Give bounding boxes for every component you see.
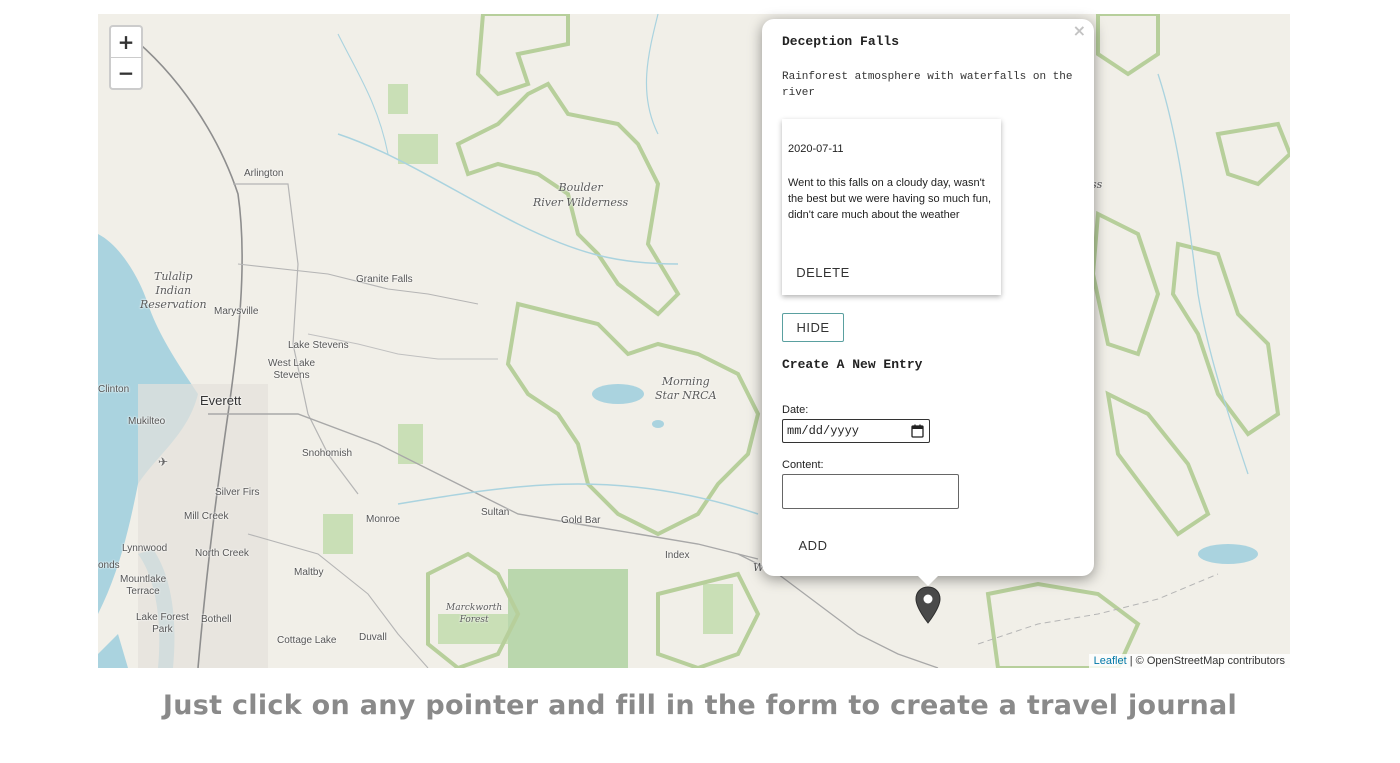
map-label-gold-bar: Gold Bar <box>561 515 601 526</box>
location-popup: × Deception Falls Rainforest atmosphere … <box>762 19 1094 576</box>
new-entry-heading: Create A New Entry <box>782 357 923 372</box>
entry-date: 2020-07-11 <box>788 143 844 155</box>
map-label-marysville: Marysville <box>214 306 259 317</box>
calendar-icon[interactable] <box>911 424 924 438</box>
map-label-sultan: Sultan <box>481 507 510 518</box>
page-caption: Just click on any pointer and fill in th… <box>162 690 1238 721</box>
map-label-tulalip: Tulalip Indian Reservation <box>140 270 207 311</box>
airport-icon: ✈ <box>158 455 169 469</box>
map-label-west-lake-stevens: West Lake Stevens <box>268 358 316 381</box>
date-label: Date: <box>782 404 809 416</box>
map-label-everett: Everett <box>200 393 242 408</box>
entry-content: Went to this falls on a cloudy day, wasn… <box>788 177 992 221</box>
map-label-mukilteo: Mukilteo <box>128 416 166 427</box>
map[interactable]: 5 Arlington Tulalip Indian Reservation M… <box>98 14 1290 668</box>
popup-tip <box>916 574 940 586</box>
content-textarea[interactable] <box>782 474 959 509</box>
map-label-onds: onds <box>98 560 120 571</box>
date-placeholder: mm/dd/yyyy <box>787 424 860 438</box>
map-label-mill-creek: Mill Creek <box>184 511 229 522</box>
map-label-silver-firs: Silver Firs <box>215 487 260 498</box>
map-label-clinton: Clinton <box>98 384 130 395</box>
attribution-separator: | © <box>1126 655 1147 667</box>
location-title: Deception Falls <box>782 34 900 49</box>
zoom-in-button[interactable]: + <box>111 27 141 57</box>
date-input[interactable]: mm/dd/yyyy <box>782 419 930 443</box>
map-label-marckworth: Marckworth Forest <box>446 603 503 625</box>
map-label-granite-falls: Granite Falls <box>356 274 413 285</box>
delete-entry-button[interactable]: DELETE <box>788 261 858 285</box>
map-label-lake-stevens: Lake Stevens <box>288 340 349 351</box>
map-marker-icon[interactable] <box>915 586 941 629</box>
map-label-bothell: Bothell <box>201 614 232 625</box>
zoom-control: + − <box>109 25 143 90</box>
content-label: Content: <box>782 459 824 471</box>
close-popup-button[interactable]: × <box>1073 21 1086 40</box>
map-attribution: Leaflet | © OpenStreetMap contributors <box>1088 654 1290 668</box>
map-label-index: Index <box>665 550 690 561</box>
map-label-maltby: Maltby <box>294 567 324 578</box>
map-label-north-creek: North Creek <box>195 548 249 559</box>
map-label-arlington: Arlington <box>244 168 284 179</box>
map-label-lake-forest-park: Lake Forest Park <box>136 612 189 635</box>
map-label-morning-star: Morning Star NRCA <box>655 375 717 402</box>
map-label-lynnwood: Lynnwood <box>122 543 168 554</box>
zoom-out-button[interactable]: − <box>111 57 141 88</box>
journal-entry-card: 2020-07-11 Went to this falls on a cloud… <box>782 119 1001 295</box>
map-label-cottage-lake: Cottage Lake <box>277 635 337 646</box>
leaflet-link[interactable]: Leaflet <box>1094 655 1127 667</box>
map-label-snohomish: Snohomish <box>302 448 353 459</box>
osm-link[interactable]: OpenStreetMap contributors <box>1147 655 1285 667</box>
hide-entries-button[interactable]: HIDE <box>782 313 844 342</box>
map-tiles[interactable] <box>98 14 1290 668</box>
map-label-duvall: Duvall <box>359 632 387 643</box>
map-label-monroe: Monroe <box>366 514 400 525</box>
add-entry-button[interactable]: ADD <box>786 535 840 557</box>
map-label-boulder-river: Boulder River Wilderness <box>533 181 629 209</box>
location-description: Rainforest atmosphere with waterfalls on… <box>782 71 1073 99</box>
map-label-mountlake-terrace: Mountlake Terrace <box>120 574 167 597</box>
